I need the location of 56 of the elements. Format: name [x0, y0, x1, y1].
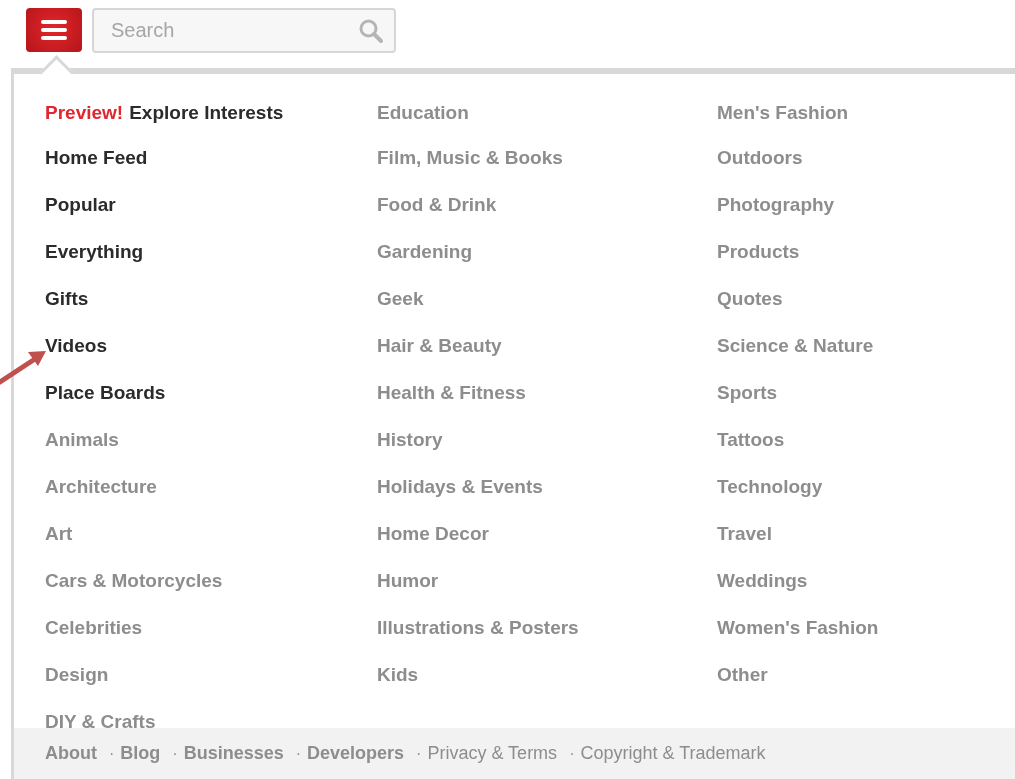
category-link[interactable]: Animals	[45, 416, 119, 463]
category-link[interactable]: Humor	[377, 557, 439, 604]
category-link[interactable]: Celebrities	[45, 604, 143, 651]
footer-link[interactable]: Blog	[120, 743, 161, 764]
separator-dot: ·	[295, 744, 302, 763]
category-link[interactable]: Travel	[717, 510, 772, 557]
category-link[interactable]: Architecture	[45, 463, 157, 510]
category-link[interactable]: Education	[377, 91, 469, 134]
category-link[interactable]: Sports	[717, 369, 778, 416]
menu-link[interactable]: Home Feed	[45, 134, 148, 181]
menu-link[interactable]: Videos	[45, 322, 107, 369]
menu-link[interactable]: Place Boards	[45, 369, 166, 416]
preview-label: Preview!	[45, 102, 124, 123]
category-link[interactable]: Kids	[377, 651, 419, 698]
category-link[interactable]: Tattoos	[717, 416, 785, 463]
category-link[interactable]: Geek	[377, 275, 424, 322]
category-link[interactable]: Art	[45, 510, 73, 557]
separator-dot: ·	[416, 744, 422, 763]
category-link[interactable]: Photography	[717, 181, 835, 228]
menu-icon	[41, 19, 67, 41]
menu-link[interactable]: Gifts	[45, 275, 89, 322]
category-link[interactable]: Design	[45, 651, 109, 698]
category-link[interactable]: Holidays & Events	[377, 463, 543, 510]
separator-dot: ·	[109, 744, 115, 763]
category-link[interactable]: Food & Drink	[377, 181, 497, 228]
menu-link[interactable]: Popular	[45, 181, 116, 228]
footer-link[interactable]: Copyright & Trademark	[580, 743, 766, 764]
category-link[interactable]: Illustrations & Posters	[377, 604, 579, 651]
footer-link[interactable]: Businesses	[183, 743, 284, 764]
menu-button[interactable]	[26, 8, 82, 52]
category-link[interactable]: Quotes	[717, 275, 783, 322]
category-link[interactable]: Weddings	[717, 557, 808, 604]
footer-link[interactable]: Privacy & Terms	[427, 743, 558, 764]
category-link[interactable]: Other	[717, 651, 768, 698]
explore-interests-link[interactable]: Preview! Explore Interests	[45, 91, 284, 134]
separator-dot: ·	[172, 744, 178, 763]
footer-link[interactable]: Developers	[307, 743, 405, 764]
category-link[interactable]: Film, Music & Books	[377, 134, 563, 181]
category-link[interactable]: DIY & Crafts	[45, 698, 156, 728]
separator-dot: ·	[569, 744, 575, 763]
category-link[interactable]: Technology	[717, 463, 823, 510]
category-link[interactable]: Home Decor	[377, 510, 489, 557]
category-link[interactable]: Cars & Motorcycles	[45, 557, 223, 604]
footer-link[interactable]: About	[45, 743, 97, 764]
category-link[interactable]: Products	[717, 228, 800, 275]
category-link[interactable]: Hair & Beauty	[377, 322, 502, 369]
category-link[interactable]: Women's Fashion	[717, 604, 879, 651]
category-link[interactable]: Science & Nature	[717, 322, 874, 369]
category-link[interactable]: Health & Fitness	[377, 369, 526, 416]
category-link[interactable]: Men's Fashion	[717, 91, 849, 134]
search-field[interactable]: Search	[92, 7, 396, 53]
category-link[interactable]: History	[377, 416, 443, 463]
category-link[interactable]: Outdoors	[717, 134, 803, 181]
menu-link[interactable]: Everything	[45, 228, 144, 275]
search-icon	[358, 17, 384, 44]
category-link[interactable]: Gardening	[377, 228, 472, 275]
